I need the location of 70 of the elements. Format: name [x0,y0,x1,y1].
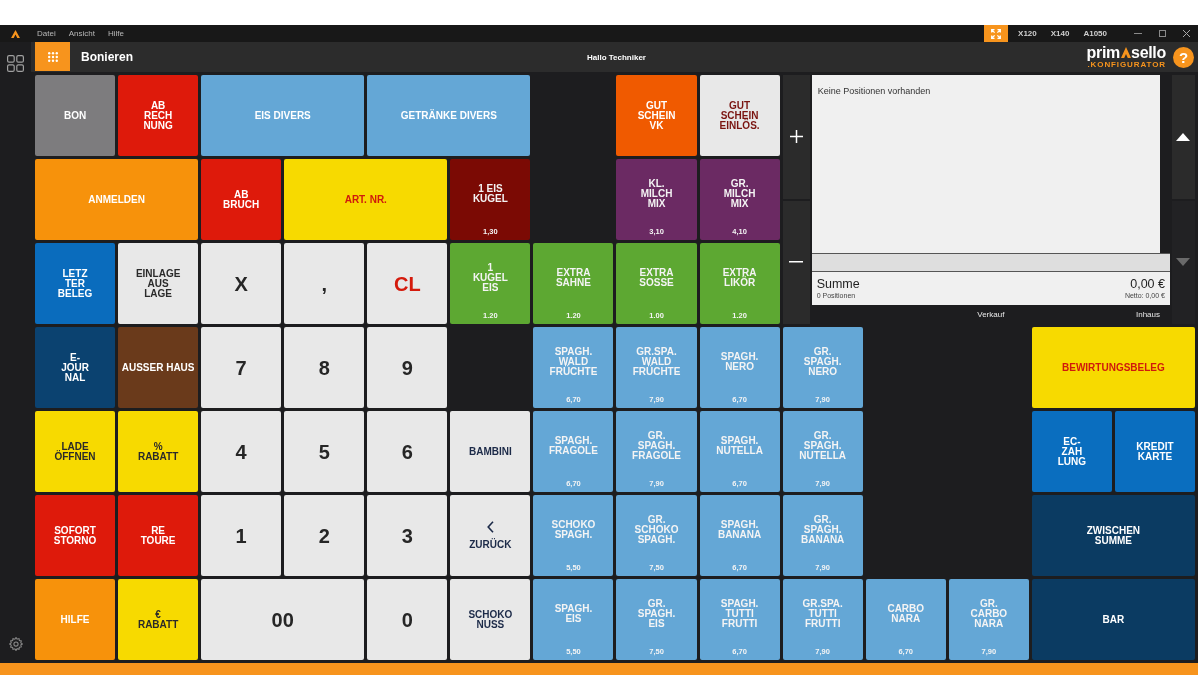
maximize-icon [1158,30,1166,37]
function-button[interactable]: LADE ÖFFNEN [35,411,116,492]
number-key[interactable]: 00 [201,579,365,660]
dot-grid-icon [47,51,58,62]
total-label: Summe [816,277,860,291]
settings-button[interactable] [8,637,23,651]
function-button[interactable]: KREDIT KARTE [1114,411,1195,492]
function-button[interactable]: GUT SCHEIN EINLÖS. [699,75,780,156]
function-button[interactable]: ART. NR. [284,159,448,240]
mode-label: Verkauf [977,310,1005,319]
function-button[interactable]: € RABATT [118,579,199,660]
fullscreen-button[interactable] [984,25,1009,42]
menu-item[interactable]: Datei [37,29,56,38]
number-key[interactable]: 1 [201,495,282,576]
chevron-left-icon [486,521,494,533]
expand-icon [991,28,1002,39]
number-key[interactable]: 9 [367,327,448,408]
function-button[interactable]: E- JOUR NAL [35,327,116,408]
logo-text: sello [1131,45,1166,60]
greeting-text: Hallo Techniker [587,52,646,62]
minimize-icon [1134,33,1142,34]
function-button[interactable]: SOFORT STORNO [35,495,116,576]
apps-grid-button[interactable] [7,55,24,72]
number-key[interactable]: 0 [367,579,448,660]
logo-text: prim [1086,45,1121,60]
logo-triangle-icon [1121,46,1132,58]
number-key[interactable]: , [284,243,365,324]
function-button[interactable]: BAMBINI [450,411,531,492]
number-key[interactable]: 2 [284,495,365,576]
close-icon [1182,30,1190,37]
device-button[interactable]: X140 [1043,25,1077,42]
number-key[interactable]: 6 [367,411,448,492]
number-key[interactable]: 8 [284,327,365,408]
number-key[interactable]: 4 [201,411,282,492]
function-button[interactable]: ZWISCHEN SUMME [1031,495,1195,576]
up-triangle-icon [1176,132,1191,141]
function-button[interactable]: SCHOKO NUSS [450,579,531,660]
app-logo-icon [11,29,20,38]
number-key[interactable]: 5 [284,411,365,492]
number-key[interactable]: CL [367,243,448,324]
function-button[interactable]: GUT SCHEIN VK [616,75,697,156]
function-button[interactable]: BEWIRTUNGSBELEG [1031,327,1195,408]
function-button[interactable]: AUSSER HAUS [118,327,199,408]
function-button[interactable]: RE TOURE [118,495,199,576]
settings-icon [8,637,23,651]
empty-message: Keine Positionen vorhanden [817,86,931,96]
function-button[interactable]: BAR [1031,579,1195,660]
function-button[interactable]: AB BRUCH [201,159,282,240]
scroll-up-button[interactable] [1172,75,1195,199]
function-button[interactable]: BON [35,75,116,156]
mode-label: Inhaus [1135,310,1160,319]
device-button[interactable]: A1050 [1076,25,1114,42]
function-button[interactable]: EC- ZAH LUNG [1031,411,1112,492]
total-amount: 0,00 € [1130,277,1165,291]
number-key[interactable]: X [201,243,282,324]
function-button[interactable]: LETZ TER BELEG [35,243,116,324]
function-button[interactable]: AB RECH NUNG [118,75,199,156]
number-key[interactable]: 3 [367,495,448,576]
function-button[interactable]: EINLAGE AUS LAGE [118,243,199,324]
device-button[interactable]: X120 [1011,25,1044,42]
plus-icon [789,130,803,144]
menu-item[interactable]: Hilfe [107,29,124,38]
down-triangle-icon [1176,258,1191,267]
function-button[interactable]: % RABATT [118,411,199,492]
minus-icon [789,261,804,264]
number-key[interactable]: 7 [201,327,282,408]
back-button[interactable]: ZURÜCK [450,495,531,576]
menu-item[interactable]: Ansicht [68,29,95,38]
page-title: Bonieren [81,50,133,64]
grid-icon [7,55,24,72]
